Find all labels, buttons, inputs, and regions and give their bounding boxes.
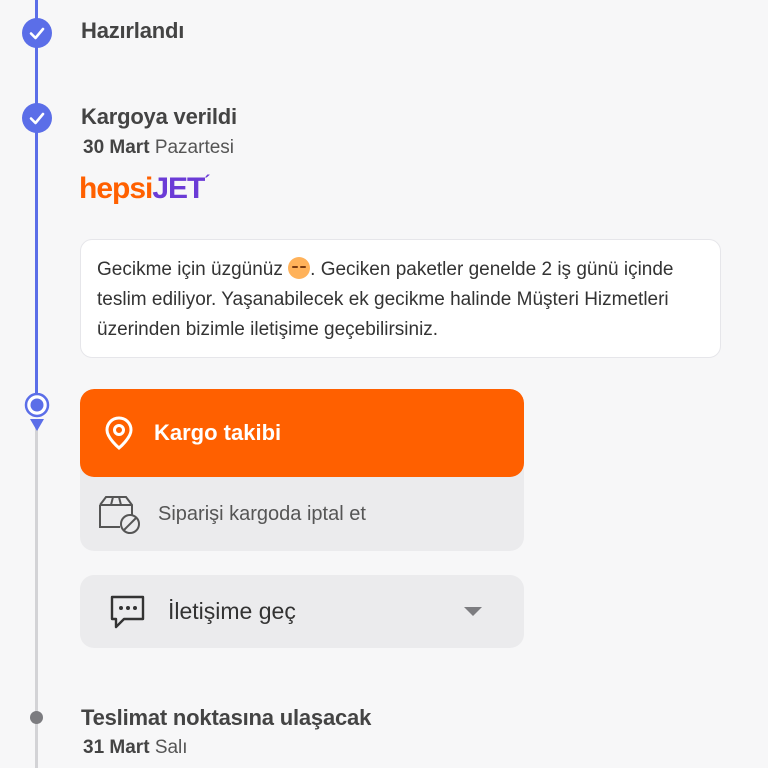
disappointed-face-icon — [288, 257, 311, 279]
step-title-shipped: Kargoya verildi — [81, 104, 237, 129]
carrier-logo: hepsiJET´ — [79, 172, 210, 205]
delay-notice: Gecikme için üzgünüz . Geciken paketler … — [80, 239, 721, 358]
step-done-marker — [22, 103, 52, 133]
step-date-delivery-point: 31 Mart Salı — [83, 737, 188, 758]
cancel-in-cargo-button[interactable]: Siparişi kargoda iptal et — [80, 477, 524, 551]
contact-label: İletişime geç — [168, 598, 296, 624]
step-title-delivery-point: Teslimat noktasına ulaşacak — [81, 705, 372, 730]
check-icon — [29, 112, 45, 125]
timeline-line-completed — [35, 0, 38, 400]
current-step-marker — [24, 392, 50, 433]
chevron-down-icon — [464, 607, 482, 616]
shipment-actions-card: Kargo takibi Siparişi kargoda iptal et — [80, 389, 524, 551]
chat-icon — [108, 592, 148, 632]
step-title-prepared: Hazırlandı — [81, 18, 185, 43]
check-icon — [29, 27, 45, 40]
location-pin-icon — [102, 415, 136, 451]
step-done-marker — [22, 18, 52, 48]
cancel-in-cargo-label: Siparişi kargoda iptal et — [158, 502, 366, 525]
box-cancel-icon — [96, 493, 142, 535]
step-date-shipped: 30 Mart Pazartesi — [83, 137, 235, 158]
cargo-tracking-button[interactable]: Kargo takibi — [80, 389, 524, 477]
step-pending-marker — [30, 711, 43, 724]
contact-dropdown[interactable]: İletişime geç — [80, 575, 524, 648]
cargo-tracking-label: Kargo takibi — [154, 420, 282, 445]
